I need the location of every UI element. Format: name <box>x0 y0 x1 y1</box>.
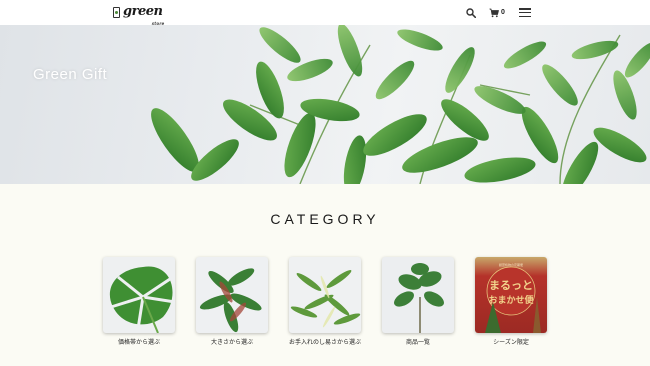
category-image-all <box>382 257 454 333</box>
category-label: シーズン限定 <box>493 339 529 346</box>
season-big-text-1: まるっと <box>489 279 533 292</box>
menu-button[interactable] <box>518 8 531 17</box>
category-item-size[interactable]: 大きさから選ぶ <box>196 257 268 346</box>
category-image-season: 観葉植物の定期便 まるっと おまかせ便 <box>475 257 547 333</box>
hero-plant-image <box>151 25 650 184</box>
category-image-price <box>103 257 175 333</box>
menu-icon <box>518 8 531 10</box>
category-heading: CATEGORY <box>270 211 380 227</box>
store-logo[interactable]: green store <box>113 4 164 26</box>
cart-count: 0 <box>501 9 505 16</box>
category-image-size <box>196 257 268 333</box>
logo-mark-icon <box>113 6 120 18</box>
hero-banner: Green Gift <box>0 25 650 184</box>
logo-text: green store <box>120 5 164 26</box>
site-header: green store 0 <box>0 0 650 26</box>
hero-title: Green Gift <box>33 66 108 83</box>
category-item-all[interactable]: 商品一覧 <box>382 257 454 346</box>
season-big-text-2: おまかせ便 <box>488 296 534 306</box>
category-image-care <box>289 257 361 333</box>
category-item-price[interactable]: 価格帯から選ぶ <box>103 257 175 346</box>
cart-button[interactable]: 0 <box>488 5 506 20</box>
search-icon <box>466 7 476 18</box>
category-item-care[interactable]: お手入れのし易さから選ぶ <box>289 257 361 346</box>
cart-icon <box>489 8 499 17</box>
season-small-text: 観葉植物の定期便 <box>498 263 523 267</box>
category-item-season[interactable]: 観葉植物の定期便 まるっと おまかせ便 シーズン限定 <box>475 257 547 346</box>
search-button[interactable] <box>465 5 477 20</box>
